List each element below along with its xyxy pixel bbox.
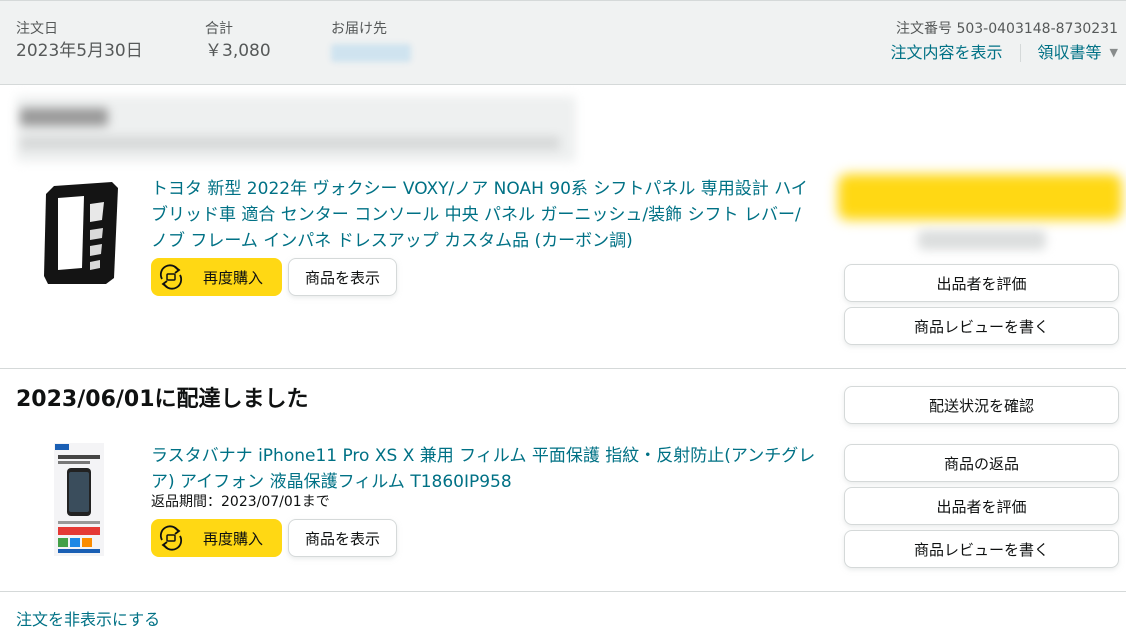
redacted-secondary-action[interactable] — [918, 230, 1046, 250]
screen-film-package-icon — [54, 443, 104, 556]
product-image-shift-panel[interactable] — [40, 180, 124, 288]
order-total-label: 合計 — [205, 21, 233, 37]
product-title-link[interactable]: トヨタ 新型 2022年 ヴォクシー VOXY/ノア NOAH 90系 シフトパ… — [151, 176, 811, 254]
rate-seller-button[interactable]: 出品者を評価 — [844, 487, 1119, 525]
product-image-screen-film[interactable] — [54, 443, 104, 556]
section-divider — [0, 591, 1126, 592]
buy-again-label: 再度購入 — [203, 268, 264, 287]
order-number: 注文番号 503-0403148-8730231 — [896, 21, 1118, 37]
return-item-button[interactable]: 商品の返品 — [844, 444, 1119, 482]
chevron-down-icon[interactable]: ▼ — [1110, 41, 1118, 65]
hide-order-link[interactable]: 注文を非表示にする — [16, 609, 160, 631]
order-actions: 注文番号 503-0403148-8730231 注文内容を表示 領収書等 ▼ — [891, 19, 1118, 65]
order-links: 注文内容を表示 領収書等 ▼ — [891, 41, 1118, 65]
order-date: 2023年5月30日 — [16, 41, 143, 61]
order-date-group: 注文日 2023年5月30日 — [16, 19, 143, 63]
order-total: ￥3,080 — [205, 41, 271, 61]
redacted-shipping-status — [16, 96, 576, 162]
buy-again-button[interactable]: 再度購入 — [151, 519, 282, 557]
return-window-text: 返品期間：2023/07/01まで — [151, 494, 330, 510]
delivery-status-heading: 2023/06/01に配達しました — [16, 387, 309, 412]
order-header: 注文日 2023年5月30日 合計 ￥3,080 お届け先 注文番号 503-0… — [0, 0, 1126, 85]
ship-to-label: お届け先 — [331, 21, 387, 37]
track-package-button[interactable]: 配送状況を確認 — [844, 386, 1119, 424]
product-title-link[interactable]: ラスタバナナ iPhone11 Pro XS X 兼用 フィルム 平面保護 指紋… — [151, 443, 816, 495]
write-review-button[interactable]: 商品レビューを書く — [844, 307, 1119, 345]
view-item-button[interactable]: 商品を表示 — [288, 519, 397, 557]
rate-seller-button[interactable]: 出品者を評価 — [844, 264, 1119, 302]
receipt-link[interactable]: 領収書等 — [1038, 41, 1102, 65]
shift-panel-icon — [44, 182, 118, 284]
write-review-button[interactable]: 商品レビューを書く — [844, 530, 1119, 568]
link-divider — [1019, 44, 1021, 62]
section-divider — [0, 368, 1126, 369]
ship-to-redacted[interactable] — [331, 44, 411, 62]
buy-again-icon — [154, 260, 188, 294]
ship-to-group: お届け先 — [331, 19, 411, 62]
buy-again-label: 再度購入 — [203, 529, 264, 548]
redacted-primary-action[interactable] — [838, 174, 1122, 220]
order-total-group: 合計 ￥3,080 — [205, 19, 271, 63]
order-date-label: 注文日 — [16, 21, 58, 37]
view-order-details-link[interactable]: 注文内容を表示 — [891, 41, 1003, 65]
view-item-button[interactable]: 商品を表示 — [288, 258, 397, 296]
buy-again-icon — [154, 521, 188, 555]
buy-again-button[interactable]: 再度購入 — [151, 258, 282, 296]
